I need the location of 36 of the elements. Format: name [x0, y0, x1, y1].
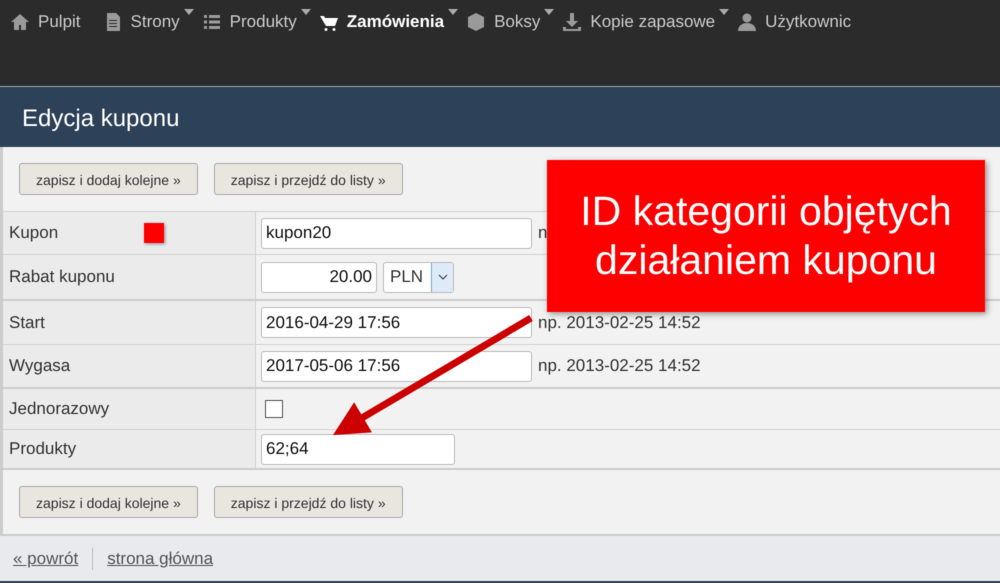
- field-hint: np. 2013-02-25 14:52: [538, 312, 701, 334]
- footer-link[interactable]: « powrót: [13, 546, 78, 572]
- nav-item[interactable]: Produkty: [192, 0, 309, 44]
- text-field[interactable]: 2017-05-06 17:56: [261, 350, 532, 382]
- save-button[interactable]: zapisz i przejdź do listy »: [214, 486, 403, 518]
- field-hint: np. 2013-02-25 14:52: [538, 355, 701, 378]
- nav-item[interactable]: Boksy: [456, 0, 552, 44]
- callout-note: ID kategorii objętych działaniem kuponu: [547, 160, 985, 312]
- currency-select[interactable]: PLN: [383, 262, 454, 292]
- cube-icon: [466, 12, 486, 32]
- nav-item[interactable]: Strony: [92, 0, 192, 44]
- field-label: Rabat kuponu: [9, 266, 115, 288]
- field-label: Kupon: [9, 222, 58, 244]
- person-icon: [737, 12, 758, 32]
- field-hint: n: [538, 222, 548, 244]
- nav-item[interactable]: Pulpit: [0, 0, 93, 44]
- text-field[interactable]: kupon20: [261, 218, 532, 248]
- field-label: Wygasa: [9, 355, 70, 378]
- page-title: Edycja kuponu: [0, 87, 1000, 147]
- field-label: Produkty: [9, 438, 76, 460]
- download-icon: [562, 12, 582, 32]
- field-label: Start: [9, 312, 45, 334]
- save-button[interactable]: zapisz i dodaj kolejne »: [19, 486, 198, 518]
- nav-item[interactable]: Zamówienia: [308, 0, 456, 44]
- nav-item[interactable]: Kopie zapasowe: [552, 0, 728, 44]
- text-field[interactable]: 2016-04-29 17:56: [261, 307, 532, 338]
- house-icon: [10, 12, 30, 32]
- save-button[interactable]: zapisz i przejdź do listy »: [214, 163, 403, 195]
- field-label: Jednorazowy: [9, 398, 110, 420]
- amount-field[interactable]: 20.00: [261, 262, 377, 292]
- footer-link[interactable]: strona główna: [107, 546, 214, 572]
- caret-icon: [438, 274, 448, 280]
- checkbox[interactable]: [265, 400, 283, 418]
- text-field[interactable]: 62;64: [261, 434, 455, 464]
- nav-item[interactable]: Użytkownic: [727, 0, 864, 44]
- save-button[interactable]: zapisz i dodaj kolejne »: [19, 163, 198, 195]
